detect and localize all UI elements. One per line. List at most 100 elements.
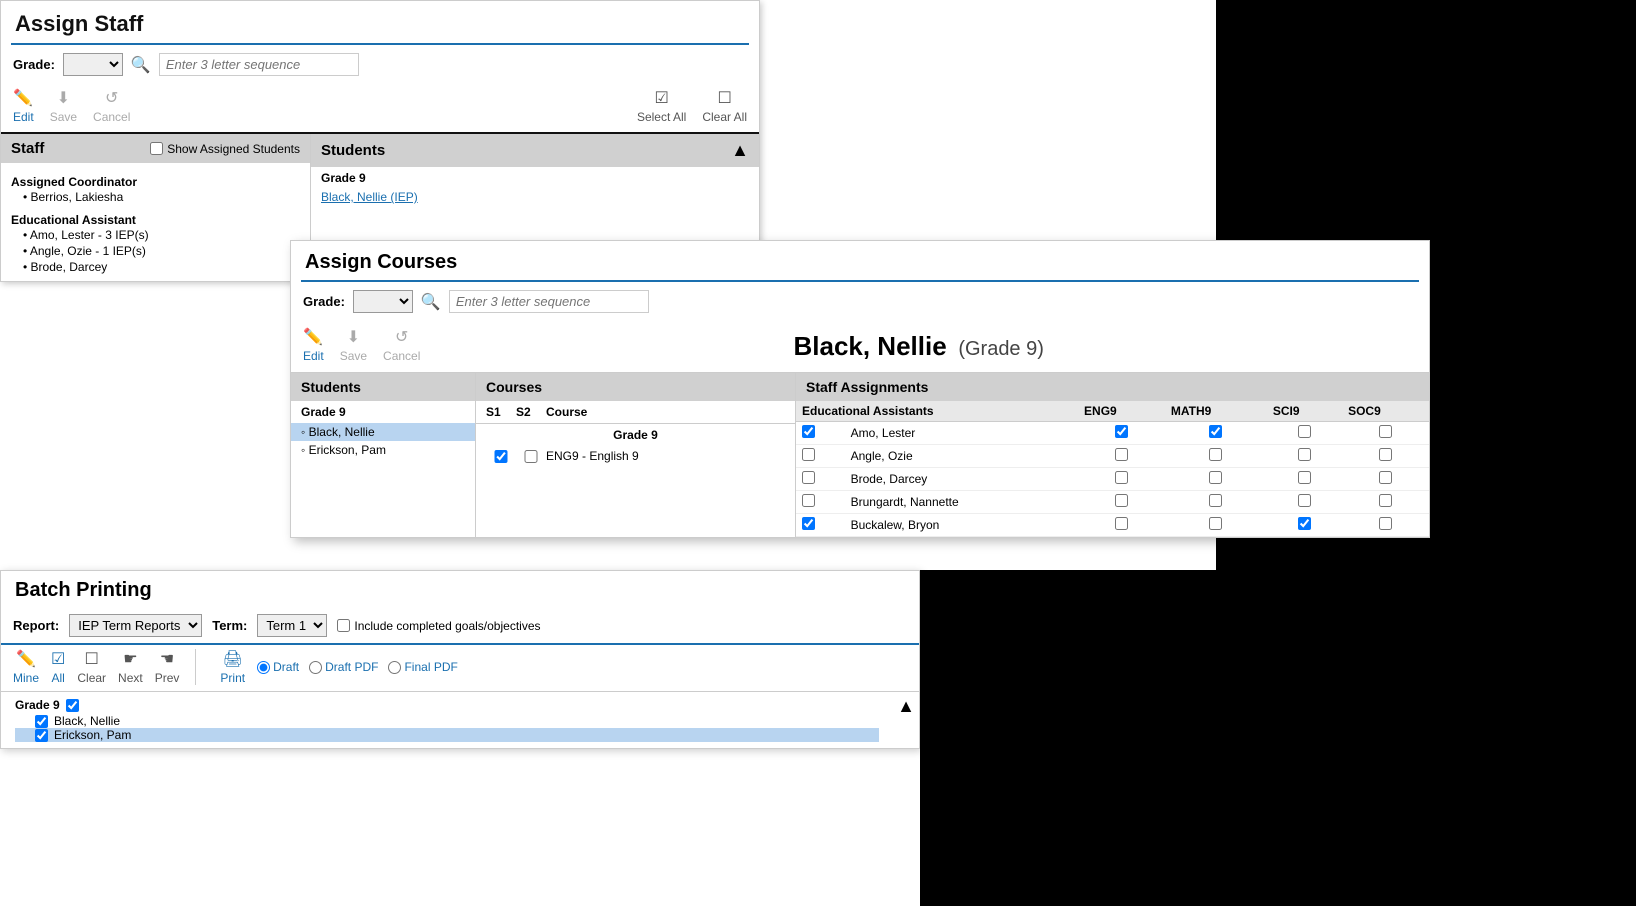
draft-pdf-radio-label[interactable]: Draft PDF — [309, 660, 378, 674]
bp-list: Grade 9 Black, Nellie Erickson, Pam — [1, 692, 893, 748]
eng9-header: ENG9 — [1078, 401, 1165, 422]
draft-pdf-radio[interactable] — [309, 661, 322, 674]
staff-item-angle[interactable]: Angle, Ozie - 1 IEP(s) — [11, 243, 300, 259]
ac-grade-select[interactable] — [353, 290, 413, 313]
course-checkbox-cell — [1078, 491, 1165, 514]
course-assign-checkbox[interactable] — [1298, 448, 1311, 461]
course-checkbox-cell — [1078, 422, 1165, 445]
all-button[interactable]: ☑ All — [51, 649, 65, 685]
course-assign-checkbox[interactable] — [1115, 517, 1128, 530]
bp-prev-button[interactable]: ☚ Prev — [155, 649, 180, 685]
student-item-black[interactable]: Black, Nellie (IEP) — [311, 189, 759, 205]
staff-item-amo[interactable]: Amo, Lester - 3 IEP(s) — [11, 227, 300, 243]
assign-staff-title: Assign Staff — [1, 1, 759, 43]
show-assigned-label[interactable]: Show Assigned Students — [150, 142, 300, 156]
include-completed-checkbox[interactable] — [337, 619, 350, 632]
course-assign-checkbox[interactable] — [1209, 471, 1222, 484]
search-input[interactable] — [159, 53, 359, 76]
final-pdf-radio[interactable] — [388, 661, 401, 674]
clear-all-button[interactable]: ☐ Clear All — [702, 88, 747, 124]
course-assign-checkbox[interactable] — [1379, 448, 1392, 461]
bp-term-select[interactable]: Term 1 — [257, 614, 327, 637]
ac-edit-button[interactable]: ✏️ Edit — [303, 327, 324, 363]
bp-report-select[interactable]: IEP Term Reports — [69, 614, 202, 637]
course-assign-checkbox[interactable] — [1379, 425, 1392, 438]
select-all-button[interactable]: ☑ Select All — [637, 88, 686, 124]
edit-button[interactable]: ✏️ Edit — [13, 88, 34, 124]
course-assign-checkbox[interactable] — [1115, 448, 1128, 461]
course-checkbox-cell — [1342, 445, 1429, 468]
course-assign-checkbox[interactable] — [1379, 517, 1392, 530]
course-assign-checkbox[interactable] — [1115, 425, 1128, 438]
course-checkbox-cell — [1267, 445, 1342, 468]
ac-staff-column: Staff Assignments Educational Assistants… — [796, 373, 1429, 537]
ac-save-button[interactable]: ⬇ Save — [340, 327, 367, 363]
ac-cancel-icon: ↺ — [395, 327, 408, 347]
course-assign-checkbox[interactable] — [1209, 448, 1222, 461]
staff-col-header: Staff Show Assigned Students — [1, 134, 310, 163]
ac-cancel-button[interactable]: ↺ Cancel — [383, 327, 420, 363]
assign-staff-filter-bar: Grade: 🔍 — [1, 45, 759, 84]
staff-checkbox[interactable] — [802, 471, 815, 484]
course-checkbox-cell — [1165, 468, 1267, 491]
course-assign-checkbox[interactable] — [1115, 471, 1128, 484]
course-checkbox-cell — [1342, 514, 1429, 537]
staff-assign-row: Buckalew, Bryon — [796, 514, 1429, 537]
bp-black-checkbox[interactable] — [35, 715, 48, 728]
ac-student-black[interactable]: Black, Nellie — [291, 423, 475, 441]
staff-row-checkbox-cell — [796, 491, 845, 514]
bp-grade-checkbox[interactable] — [66, 699, 79, 712]
bp-scroll-up-icon[interactable]: ▲ — [897, 696, 915, 717]
bp-erickson-checkbox[interactable] — [35, 729, 48, 742]
grade-select[interactable] — [63, 53, 123, 76]
course-assign-checkbox[interactable] — [1115, 494, 1128, 507]
course-assign-checkbox[interactable] — [1298, 471, 1311, 484]
mine-button[interactable]: ✏️ Mine — [13, 649, 39, 685]
collapse-icon[interactable]: ▲ — [731, 140, 749, 161]
staff-name-cell: Brungardt, Nannette — [845, 491, 1078, 514]
course-s2-checkbox[interactable] — [516, 450, 546, 463]
show-assigned-checkbox[interactable] — [150, 142, 163, 155]
bp-grade-label: Grade 9 — [15, 698, 60, 712]
staff-checkbox[interactable] — [802, 494, 815, 507]
course-assign-checkbox[interactable] — [1209, 494, 1222, 507]
course-assign-checkbox[interactable] — [1298, 494, 1311, 507]
bp-next-button[interactable]: ☛ Next — [118, 649, 143, 685]
cancel-button[interactable]: ↺ Cancel — [93, 88, 130, 124]
final-pdf-radio-label[interactable]: Final PDF — [388, 660, 457, 674]
course-assign-checkbox[interactable] — [1209, 425, 1222, 438]
draft-pdf-label: Draft PDF — [325, 660, 378, 674]
staff-item-brode[interactable]: Brode, Darcey — [11, 259, 300, 275]
course-row-eng9: ENG9 - English 9 — [476, 446, 795, 466]
ac-cancel-label: Cancel — [383, 349, 420, 363]
print-button[interactable]: 🖨 Print — [220, 649, 245, 685]
staff-item-berrios[interactable]: Berrios, Lakiesha — [11, 189, 300, 205]
staff-checkbox[interactable] — [802, 448, 815, 461]
cancel-icon: ↺ — [105, 88, 118, 108]
include-completed-label[interactable]: Include completed goals/objectives — [337, 619, 540, 633]
course-assign-checkbox[interactable] — [1209, 517, 1222, 530]
ac-search-icon: 🔍 — [421, 292, 441, 312]
course-checkbox-cell — [1078, 468, 1165, 491]
save-button[interactable]: ⬇ Save — [50, 88, 77, 124]
bp-filter-bar: Report: IEP Term Reports Term: Term 1 In… — [1, 608, 919, 645]
bp-student-black: Black, Nellie — [15, 714, 879, 728]
staff-column: Staff Show Assigned Students Assigned Co… — [1, 134, 311, 281]
staff-checkbox[interactable] — [802, 517, 815, 530]
staff-row-checkbox-cell — [796, 422, 845, 445]
course-assign-checkbox[interactable] — [1298, 517, 1311, 530]
all-label: All — [52, 671, 65, 685]
draft-radio-label[interactable]: Draft — [257, 660, 299, 674]
course-assign-checkbox[interactable] — [1379, 471, 1392, 484]
bp-clear-icon: ☐ — [85, 649, 99, 669]
course-assign-checkbox[interactable] — [1379, 494, 1392, 507]
draft-radio[interactable] — [257, 661, 270, 674]
ac-search-input[interactable] — [449, 290, 649, 313]
bp-clear-button[interactable]: ☐ Clear — [77, 649, 106, 685]
staff-assign-row: Amo, Lester — [796, 422, 1429, 445]
ac-student-erickson[interactable]: Erickson, Pam — [291, 441, 475, 459]
staff-checkbox[interactable] — [802, 425, 815, 438]
course-s1-checkbox[interactable] — [486, 450, 516, 463]
course-assign-checkbox[interactable] — [1298, 425, 1311, 438]
toolbar-divider — [195, 649, 196, 685]
